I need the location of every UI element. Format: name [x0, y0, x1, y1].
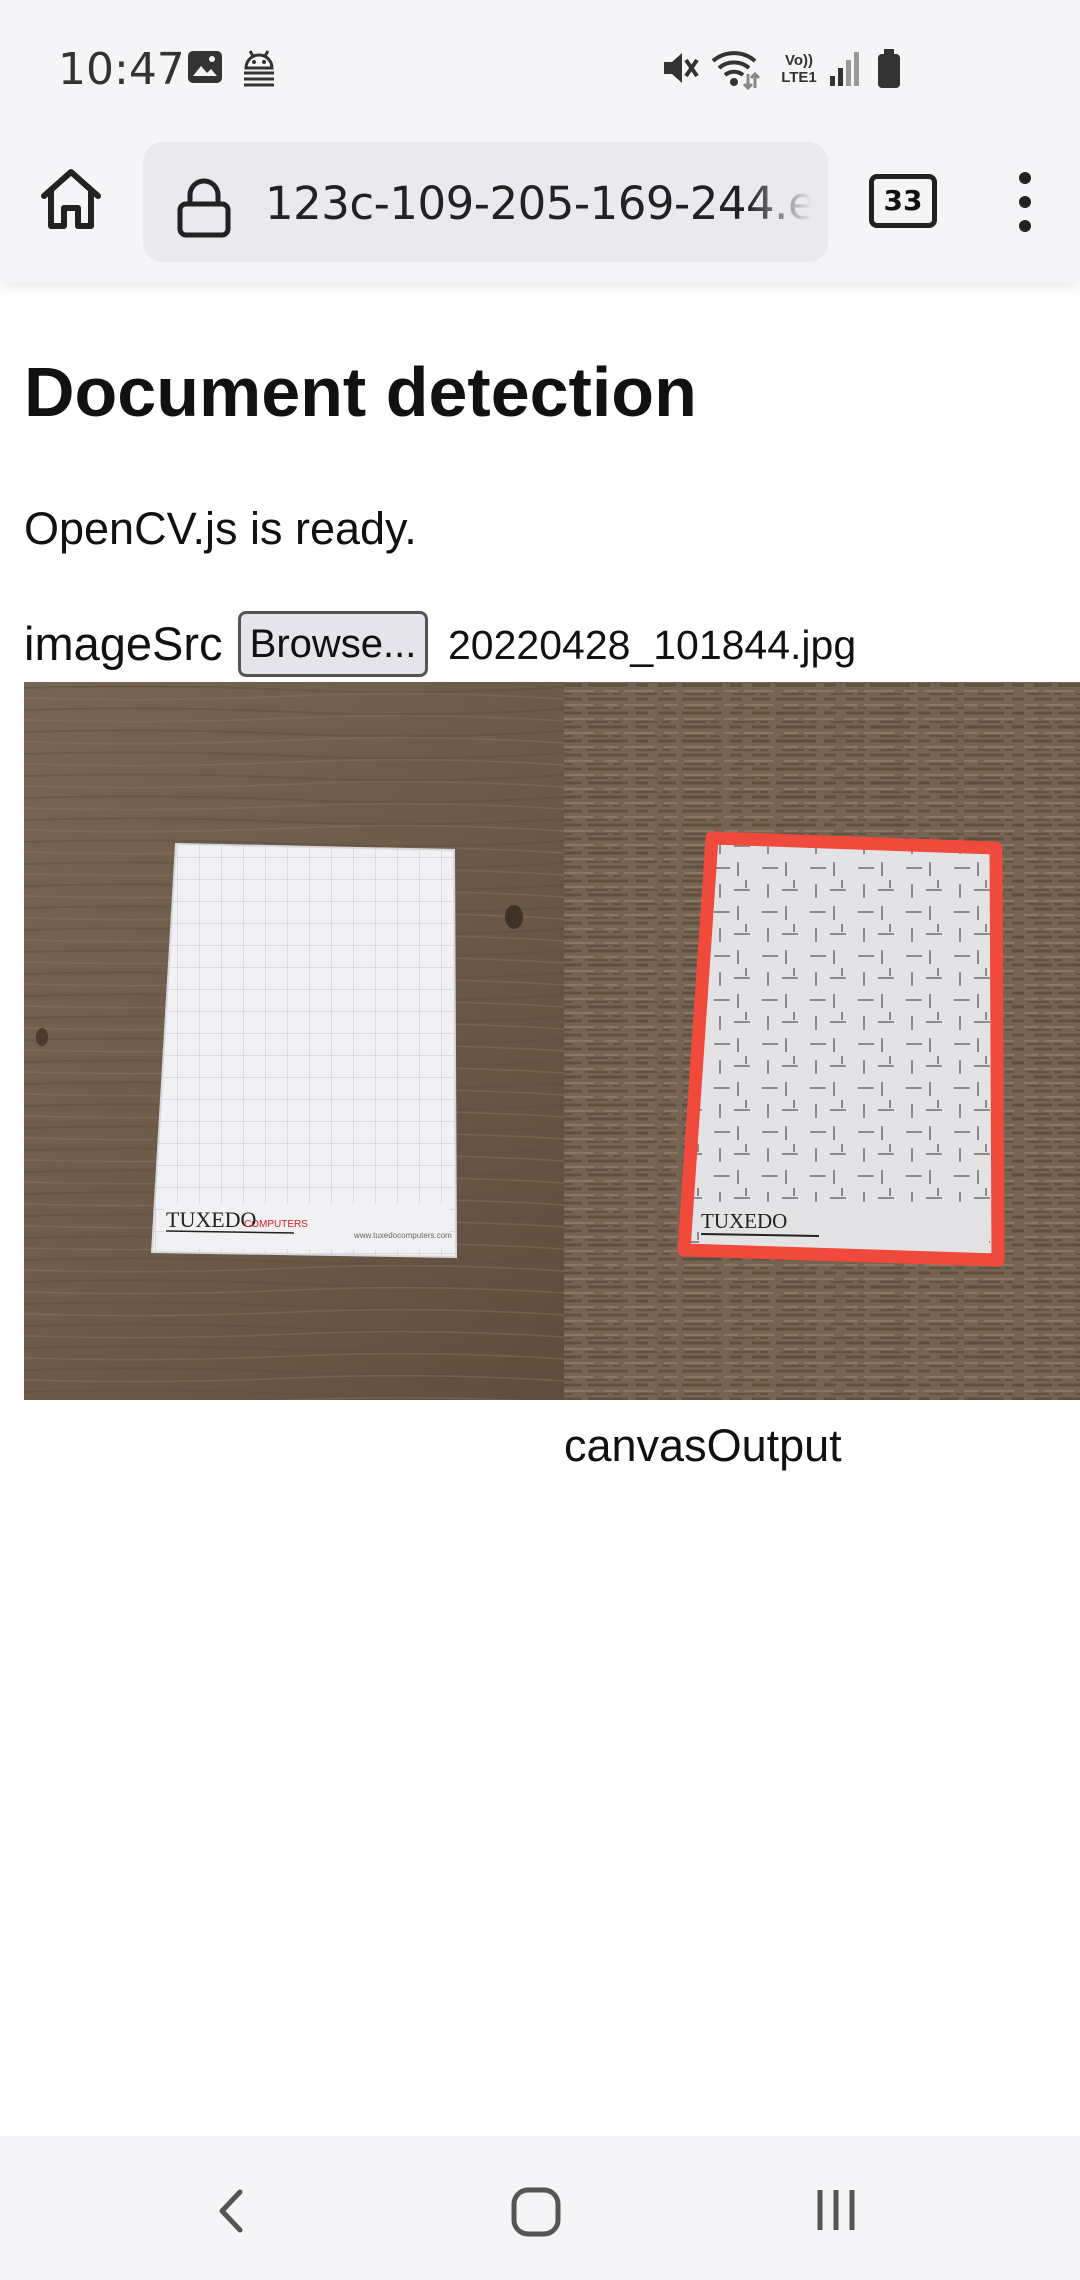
canvas-output: TUXEDO	[564, 682, 1080, 1400]
address-bar[interactable]: 123c-109-205-169-244.eu.ngrok.io	[143, 142, 828, 262]
detected-document: TUXEDO	[677, 831, 1005, 1267]
status-bar: 10:47 Vo)) LTE1	[0, 0, 1080, 132]
mute-icon	[664, 53, 699, 83]
tab-switcher-button[interactable]: 33	[869, 174, 937, 228]
browser-toolbar: 123c-109-205-169-244.eu.ngrok.io 33	[0, 132, 1080, 282]
image-notification-icon	[188, 51, 222, 83]
svg-text:TUXEDO: TUXEDO	[701, 1209, 787, 1233]
more-options-icon[interactable]	[1010, 170, 1040, 234]
android-debug-icon	[244, 50, 274, 87]
browse-button[interactable]: Browse...	[238, 611, 428, 677]
home-icon[interactable]	[36, 164, 106, 234]
home-nav-icon[interactable]	[510, 2186, 562, 2238]
page-title: Document detection	[24, 353, 697, 431]
signal-icon	[830, 52, 859, 86]
wifi-icon	[711, 51, 760, 90]
tuxedo-logo: TUXEDO	[166, 1207, 256, 1232]
lock-icon	[177, 178, 231, 238]
canvas-output-label: canvasOutput	[564, 1420, 842, 1471]
source-image: TUXEDO COMPUTERS www.tuxedocomputers.com	[24, 682, 564, 1400]
volte-lte-icon: Vo)) LTE1	[781, 52, 817, 86]
navigation-bar	[0, 2136, 1080, 2280]
url-text: 123c-109-205-169-244.eu.ngrok.io	[265, 177, 828, 230]
battery-icon	[878, 49, 900, 88]
svg-text:COMPUTERS: COMPUTERS	[244, 1219, 308, 1230]
back-icon[interactable]	[212, 2186, 252, 2236]
notepad-paper: TUXEDO COMPUTERS www.tuxedocomputers.com	[150, 842, 458, 1259]
svg-text:www.tuxedocomputers.com: www.tuxedocomputers.com	[353, 1231, 452, 1240]
file-input-label: imageSrc	[24, 617, 223, 670]
selected-file-name: 20220428_101844.jpg	[448, 622, 857, 668]
opencv-status: OpenCV.js is ready.	[24, 503, 417, 554]
status-time: 10:47	[58, 44, 185, 95]
recent-apps-icon[interactable]	[812, 2186, 860, 2234]
